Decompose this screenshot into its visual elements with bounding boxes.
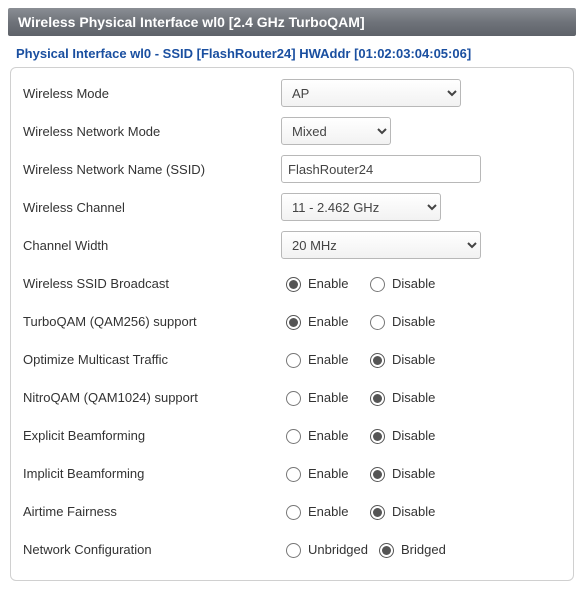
netconf-bridged-radio[interactable] [379,543,394,558]
broadcast-disable-radio[interactable] [370,277,385,292]
bridged-label: Bridged [401,542,446,557]
network-mode-select[interactable]: Mixed [281,117,391,145]
enable-label: Enable [308,352,348,367]
enable-label: Enable [308,390,348,405]
nitroqam-disable-radio[interactable] [370,391,385,406]
turboqam-enable-radio[interactable] [286,315,301,330]
disable-label: Disable [392,276,435,291]
disable-label: Disable [392,504,435,519]
enable-label: Enable [308,504,348,519]
label-width: Channel Width [21,238,281,253]
disable-label: Disable [392,428,435,443]
turboqam-disable-radio[interactable] [370,315,385,330]
ibf-disable-radio[interactable] [370,467,385,482]
interface-summary: Physical Interface wl0 - SSID [FlashRout… [8,36,576,67]
label-ebf: Explicit Beamforming [21,428,281,443]
panel-title: Wireless Physical Interface wl0 [2.4 GHz… [8,8,576,36]
ssid-input[interactable] [281,155,481,183]
broadcast-enable-radio[interactable] [286,277,301,292]
enable-label: Enable [308,314,348,329]
label-wireless-mode: Wireless Mode [21,86,281,101]
label-netconf: Network Configuration [21,542,281,557]
label-broadcast: Wireless SSID Broadcast [21,276,281,291]
label-nitroqam: NitroQAM (QAM1024) support [21,390,281,405]
disable-label: Disable [392,352,435,367]
label-ssid: Wireless Network Name (SSID) [21,162,281,177]
nitroqam-enable-radio[interactable] [286,391,301,406]
ibf-enable-radio[interactable] [286,467,301,482]
channel-select[interactable]: 11 - 2.462 GHz [281,193,441,221]
label-turboqam: TurboQAM (QAM256) support [21,314,281,329]
multicast-disable-radio[interactable] [370,353,385,368]
atf-enable-radio[interactable] [286,505,301,520]
unbridged-label: Unbridged [308,542,368,557]
channel-width-select[interactable]: 20 MHz [281,231,481,259]
label-channel: Wireless Channel [21,200,281,215]
label-multicast: Optimize Multicast Traffic [21,352,281,367]
settings-panel: Wireless Mode AP Wireless Network Mode M… [10,67,574,581]
ebf-enable-radio[interactable] [286,429,301,444]
enable-label: Enable [308,466,348,481]
multicast-enable-radio[interactable] [286,353,301,368]
enable-label: Enable [308,428,348,443]
enable-label: Enable [308,276,348,291]
label-atf: Airtime Fairness [21,504,281,519]
netconf-unbridged-radio[interactable] [286,543,301,558]
wireless-mode-select[interactable]: AP [281,79,461,107]
disable-label: Disable [392,466,435,481]
label-ibf: Implicit Beamforming [21,466,281,481]
ebf-disable-radio[interactable] [370,429,385,444]
disable-label: Disable [392,314,435,329]
disable-label: Disable [392,390,435,405]
atf-disable-radio[interactable] [370,505,385,520]
label-network-mode: Wireless Network Mode [21,124,281,139]
